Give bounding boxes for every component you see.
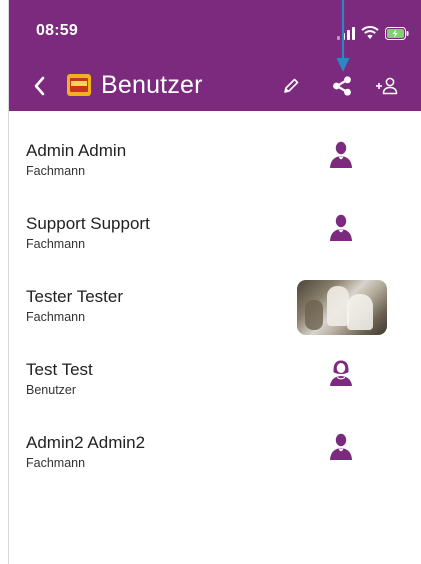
page-title: Benutzer — [101, 71, 203, 99]
heat-app-logo — [67, 74, 91, 96]
user-name: Support Support — [26, 214, 150, 233]
list-item[interactable]: Support Support Fachmann — [9, 184, 421, 257]
add-user-icon — [376, 77, 398, 95]
app-screen: 08:59 Benutzer Admin Admin Fachmann Supp… — [8, 0, 421, 564]
male-user-icon — [321, 429, 361, 463]
user-role: Fachmann — [26, 310, 86, 324]
female-user-icon — [321, 356, 361, 390]
user-name: Test Test — [26, 360, 93, 379]
user-photo-thumbnail — [297, 280, 387, 335]
user-role: Fachmann — [26, 456, 86, 470]
status-time: 08:59 — [36, 22, 78, 39]
share-button[interactable] — [328, 72, 356, 100]
list-item[interactable]: Admin2 Admin2 Fachmann — [9, 403, 421, 476]
wifi-icon — [361, 26, 379, 40]
battery-charging-icon — [385, 27, 409, 40]
user-role: Fachmann — [26, 164, 86, 178]
user-role: Fachmann — [26, 237, 86, 251]
pencil-icon — [284, 78, 299, 93]
add-user-button[interactable] — [372, 72, 400, 100]
list-item[interactable]: Tester Tester Fachmann — [9, 257, 421, 335]
toolbar: Benutzer — [9, 68, 421, 108]
user-name: Admin2 Admin2 — [26, 433, 146, 452]
list-item[interactable]: Admin Admin Fachmann — [9, 111, 421, 184]
edit-button[interactable] — [277, 72, 305, 100]
app-header: 08:59 Benutzer — [9, 0, 421, 111]
user-name: Tester Tester — [26, 287, 124, 306]
user-list: Admin Admin Fachmann Support Support Fac… — [9, 111, 421, 476]
male-user-icon — [321, 210, 361, 244]
user-role: Benutzer — [26, 383, 77, 397]
share-icon — [333, 76, 351, 96]
back-button[interactable] — [25, 72, 53, 100]
annotation-arrow-icon — [336, 0, 350, 72]
user-name: Admin Admin — [26, 141, 127, 160]
chevron-left-icon — [34, 76, 45, 96]
male-user-icon — [321, 137, 361, 171]
list-item[interactable]: Test Test Benutzer — [9, 330, 421, 403]
